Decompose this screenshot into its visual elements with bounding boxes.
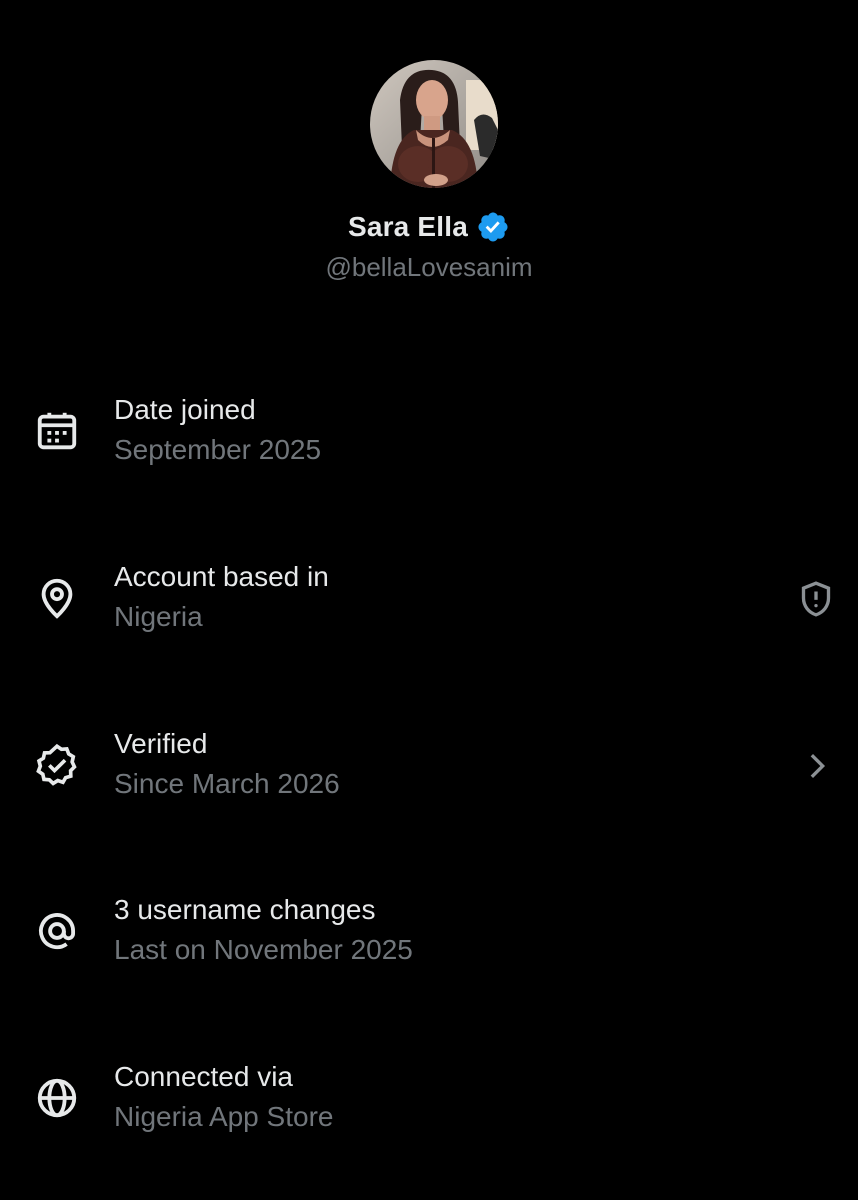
- row-title: Date joined: [114, 394, 256, 425]
- row-title: Connected via: [114, 1061, 294, 1092]
- location-pin-icon: [34, 575, 80, 621]
- row-title: 3 username changes: [114, 894, 376, 925]
- row-subtitle: September 2025: [114, 434, 322, 465]
- display-name: Sara Ella: [347, 211, 469, 242]
- shield-alert-icon[interactable]: [796, 579, 836, 619]
- row-subtitle: Nigeria: [114, 601, 203, 632]
- info-row-account-based-in[interactable]: Account based in Nigeria: [0, 561, 858, 661]
- verified-badge-icon: [476, 210, 510, 244]
- globe-icon: [34, 1075, 80, 1121]
- row-title: Verified: [114, 728, 208, 759]
- name-row: Sara Ella: [0, 205, 858, 249]
- info-row-username-changes: 3 username changes Last on November 2025: [0, 894, 858, 994]
- avatar[interactable]: [370, 60, 498, 188]
- row-subtitle: Since March 2026: [114, 768, 340, 799]
- calendar-icon: [34, 408, 80, 454]
- username-handle: @bellaLovesanim: [325, 252, 533, 282]
- row-subtitle: Last on November 2025: [114, 934, 413, 965]
- info-row-connected-via: Connected via Nigeria App Store: [0, 1061, 858, 1161]
- info-row-date-joined: Date joined September 2025: [0, 394, 858, 494]
- verified-badge-icon: [34, 742, 80, 788]
- row-title: Account based in: [114, 561, 329, 592]
- info-row-verified[interactable]: Verified Since March 2026: [0, 728, 858, 828]
- at-sign-icon: [34, 908, 80, 954]
- row-subtitle: Nigeria App Store: [114, 1101, 334, 1132]
- chevron-right-icon[interactable]: [796, 746, 836, 786]
